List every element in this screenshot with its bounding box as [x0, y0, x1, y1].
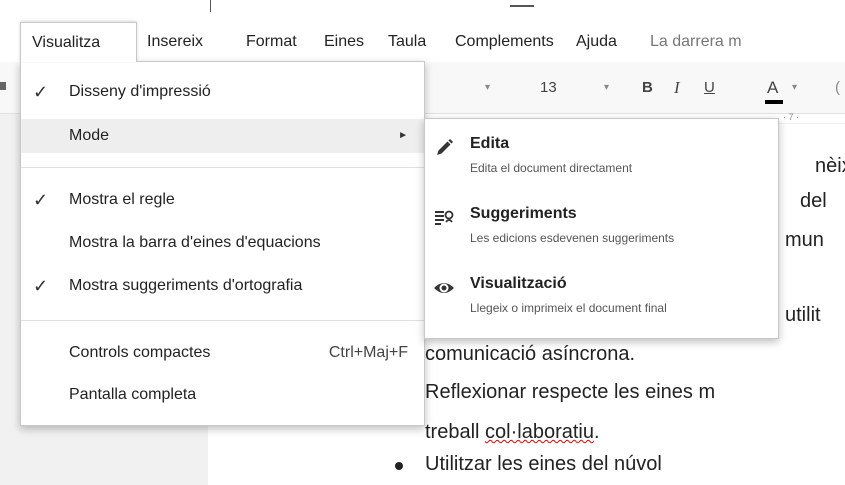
check-icon: ✓	[33, 190, 49, 210]
menu-complements[interactable]: Complements	[455, 22, 554, 62]
mode-option-description: Edita el document directament	[470, 161, 633, 175]
bullet-icon	[395, 462, 403, 470]
doc-text-fragment: mun	[785, 229, 824, 251]
menu-divider	[21, 320, 424, 321]
mode-option-suggest[interactable]: Suggeriments Les edicions esdevenen sugg…	[425, 201, 778, 265]
doc-text-fragment: utilit	[785, 304, 821, 326]
font-size-field[interactable]: 13	[540, 62, 557, 114]
italic-button[interactable]: I	[674, 62, 680, 114]
font-size-caret[interactable]: ▾	[604, 62, 609, 114]
toolbar-cut-item[interactable]: (	[835, 62, 840, 114]
menu-visualitza[interactable]: Visualitza	[20, 22, 137, 62]
menu-item-full-screen[interactable]: Pantalla completa	[21, 378, 424, 412]
pencil-icon	[437, 139, 453, 155]
top-strip	[0, 0, 845, 22]
menu-item-show-ruler[interactable]: ✓ Mostra el regle	[21, 183, 424, 217]
mode-submenu: Edita Edita el document directament Sugg…	[424, 118, 779, 339]
ruler-number: · 7 ·	[783, 112, 800, 122]
keyboard-shortcut: Ctrl+Maj+F	[328, 344, 408, 361]
doc-text-fragment: nèix	[815, 155, 845, 177]
mode-option-title: Edita	[470, 135, 510, 152]
menu-item-print-layout[interactable]: ✓ Disseny d'impressió	[21, 75, 424, 109]
font-dropdown-caret[interactable]: ▾	[485, 62, 490, 114]
toolbar-left-handle	[0, 82, 6, 90]
bold-button[interactable]: B	[642, 62, 653, 114]
mode-option-edit[interactable]: Edita Edita el document directament	[425, 131, 778, 195]
menu-item-compact-controls[interactable]: Controls compactes Ctrl+Maj+F	[21, 336, 424, 370]
menu-eines[interactable]: Eines	[324, 22, 364, 62]
doc-text: .	[593, 421, 600, 443]
mode-option-description: Llegeix o imprimeix el document final	[470, 301, 667, 315]
doc-bullet-line: Utilitzar les eines del núvol	[425, 453, 662, 475]
menu-item-label: Mode	[69, 127, 110, 144]
mode-option-title: Visualització	[470, 275, 567, 292]
spelling-underlined-word[interactable]: col·laboratiu	[485, 421, 594, 443]
title-dash-mark	[510, 5, 534, 7]
menu-insereix[interactable]: Insereix	[147, 22, 203, 62]
doc-paragraph-line: Reflexionar respecte les eines m	[425, 381, 716, 403]
menu-item-label: Pantalla completa	[69, 386, 197, 403]
submenu-arrow-icon: ►	[398, 130, 408, 141]
menu-bar: Visualitza Insereix Format Eines Taula C…	[0, 22, 845, 62]
text-color-button[interactable]: A	[767, 62, 778, 114]
last-edit-link[interactable]: La darrera m	[650, 22, 845, 62]
menu-format[interactable]: Format	[246, 22, 297, 62]
text-color-caret[interactable]: ▾	[792, 62, 797, 114]
menu-item-label: Mostra el regle	[69, 191, 175, 208]
menu-item-label: Controls compactes	[69, 344, 211, 361]
check-icon: ✓	[33, 82, 49, 102]
mode-option-title: Suggeriments	[470, 205, 577, 222]
title-caret-mark	[210, 0, 211, 12]
menu-item-label: Mostra la barra d'eines d'equacions	[69, 234, 321, 251]
doc-text: treball	[425, 421, 486, 443]
menu-taula[interactable]: Taula	[388, 22, 426, 62]
doc-paragraph-line: comunicació asíncrona.	[425, 343, 636, 365]
mode-option-view[interactable]: Visualització Llegeix o imprimeix el doc…	[425, 271, 778, 335]
mode-option-description: Les edicions esdevenen suggeriments	[470, 231, 675, 245]
menu-item-equation-toolbar[interactable]: Mostra la barra d'eines d'equacions	[21, 226, 424, 260]
menu-item-spelling-suggestions[interactable]: ✓ Mostra suggeriments d'ortografia	[21, 269, 424, 303]
suggest-icon	[435, 210, 454, 225]
underline-button[interactable]: U	[704, 62, 715, 114]
view-menu-dropdown: ✓ Disseny d'impressió Mode ► ✓ Mostra el…	[20, 61, 425, 426]
menu-item-mode[interactable]: Mode ►	[21, 119, 424, 153]
menu-item-label: Mostra suggeriments d'ortografia	[69, 277, 303, 294]
check-icon: ✓	[33, 276, 49, 296]
menu-ajuda[interactable]: Ajuda	[576, 22, 617, 62]
doc-text-fragment: del	[800, 190, 827, 212]
text-color-swatch	[765, 100, 783, 104]
menu-item-label: Disseny d'impressió	[69, 83, 211, 100]
eye-icon	[434, 283, 454, 293]
doc-paragraph-line: treball col·laboratiu.	[425, 421, 600, 444]
menu-divider	[21, 167, 424, 168]
